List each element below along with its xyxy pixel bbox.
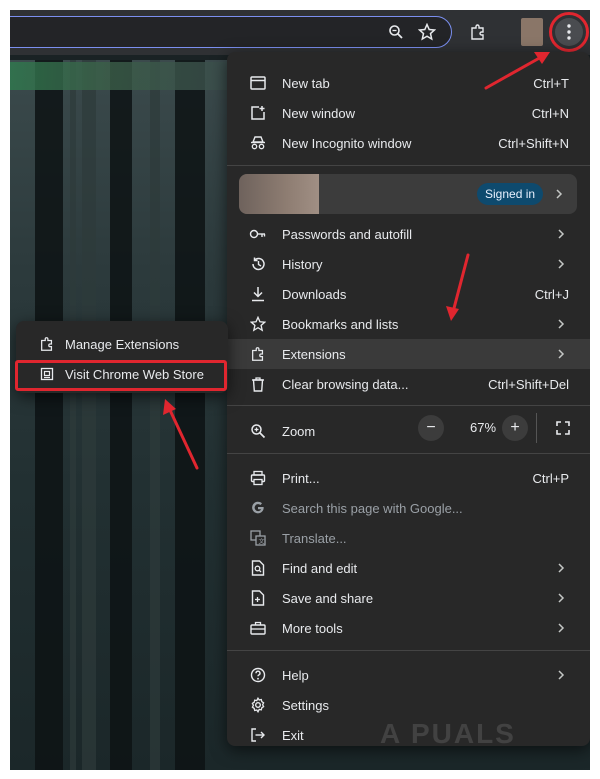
menu-item-label: Help (282, 667, 309, 683)
menu-item-clear-browsing-data[interactable]: Clear browsing data... Ctrl+Shift+Del (227, 369, 590, 399)
exit-icon (249, 726, 267, 744)
chevron-right-icon (558, 319, 565, 329)
menu-item-label: Passwords and autofill (282, 226, 413, 242)
menu-item-label: Settings (282, 697, 329, 713)
menu-item-settings[interactable]: Settings (227, 690, 590, 720)
profile-image (239, 174, 319, 214)
zoom-magnifier-icon[interactable] (383, 19, 409, 45)
menu-item-translate[interactable]: 文 Translate... (227, 523, 590, 553)
menu-divider (227, 453, 590, 454)
chevron-right-icon (556, 189, 563, 199)
shortcut-text: Ctrl+Shift+N (498, 135, 569, 151)
help-icon (249, 666, 267, 684)
menu-item-label: History (282, 256, 323, 272)
extensions-puzzle-icon (249, 345, 267, 363)
menu-item-label: New Incognito window (282, 135, 412, 151)
translate-icon: 文 (249, 529, 267, 547)
menu-item-new-window[interactable]: New window Ctrl+N (227, 98, 590, 128)
shortcut-text: Ctrl+J (534, 286, 569, 302)
menu-item-label: Find and edit (282, 560, 358, 576)
signed-in-badge: Signed in (477, 183, 544, 205)
chevron-right-icon (558, 593, 565, 603)
new-tab-icon (249, 74, 267, 92)
menu-item-help[interactable]: Help (227, 660, 590, 690)
menu-item-label: Save and share (282, 590, 374, 606)
menu-item-passwords[interactable]: Passwords and autofill (227, 219, 590, 249)
chevron-right-icon (558, 670, 565, 680)
menu-item-label: Search this page with Google... (282, 500, 463, 516)
menu-highlight-circle (549, 12, 589, 52)
shortcut-text: Ctrl+N (531, 105, 569, 121)
shortcut-text: Ctrl+Shift+Del (488, 376, 569, 392)
browser-window: New tab Ctrl+T New window Ctrl+N New Inc… (10, 10, 590, 770)
extensions-puzzle-icon[interactable] (465, 19, 491, 45)
save-share-icon (249, 589, 267, 607)
submenu-item-manage-extensions[interactable]: Manage Extensions (16, 329, 228, 359)
download-icon (249, 285, 267, 303)
menu-item-label: Extensions (282, 346, 346, 362)
zoom-level: 67% (469, 420, 497, 435)
zoom-in-button[interactable]: + (502, 415, 528, 441)
menu-divider (227, 405, 590, 406)
menu-item-print[interactable]: Print... Ctrl+P (227, 463, 590, 493)
google-g-icon (249, 499, 267, 517)
star-icon (249, 315, 267, 333)
menu-item-new-tab[interactable]: New tab Ctrl+T (227, 68, 590, 98)
page-banner-strip (10, 62, 250, 90)
trash-icon (249, 375, 267, 393)
incognito-icon (249, 134, 267, 152)
menu-item-bookmarks[interactable]: Bookmarks and lists (227, 309, 590, 339)
zoom-out-button[interactable]: − (418, 415, 444, 441)
menu-item-more-tools[interactable]: More tools (227, 613, 590, 643)
bookmark-star-icon[interactable] (414, 19, 440, 45)
submenu-item-label: Manage Extensions (65, 336, 180, 352)
svg-text:文: 文 (259, 538, 265, 546)
menu-item-find-edit[interactable]: Find and edit (227, 553, 590, 583)
fullscreen-icon (556, 421, 570, 435)
menu-item-downloads[interactable]: Downloads Ctrl+J (227, 279, 590, 309)
shortcut-text: Ctrl+T (533, 75, 569, 91)
profile-row[interactable]: Signed in (239, 174, 577, 214)
chrome-main-menu: New tab Ctrl+T New window Ctrl+N New Inc… (227, 52, 590, 746)
menu-item-label: New tab (282, 75, 330, 91)
menu-item-label: New window (282, 105, 355, 121)
menu-item-label: Exit (282, 727, 304, 743)
menu-item-label: Clear browsing data... (282, 376, 409, 392)
history-icon (249, 255, 267, 273)
new-window-icon (249, 104, 267, 122)
web-store-highlight-box (15, 360, 227, 391)
menu-item-label: Zoom (282, 423, 316, 439)
chevron-right-icon (558, 229, 565, 239)
chevron-right-icon (558, 563, 565, 573)
menu-item-label: Translate... (282, 530, 347, 546)
watermark-logo: A PUALS (380, 718, 516, 749)
zoom-icon (249, 422, 267, 440)
gear-icon (249, 696, 267, 714)
menu-item-label: Bookmarks and lists (282, 316, 399, 332)
chevron-right-icon (558, 349, 565, 359)
shortcut-text: Ctrl+P (532, 470, 569, 486)
menu-divider (227, 650, 590, 651)
chevron-right-icon (558, 259, 565, 269)
menu-divider (227, 165, 590, 166)
menu-item-search-google[interactable]: Search this page with Google... (227, 493, 590, 523)
menu-item-extensions[interactable]: Extensions (227, 339, 590, 369)
extensions-puzzle-icon (38, 335, 56, 353)
profile-avatar[interactable] (521, 18, 543, 46)
menu-item-new-incognito[interactable]: New Incognito window Ctrl+Shift+N (227, 128, 590, 158)
find-page-icon (249, 559, 267, 577)
menu-item-label: More tools (282, 620, 343, 636)
printer-icon (249, 469, 267, 487)
browser-toolbar (10, 10, 590, 55)
toolbox-icon (249, 619, 267, 637)
menu-item-save-share[interactable]: Save and share (227, 583, 590, 613)
key-icon (249, 225, 267, 243)
zoom-divider (536, 413, 537, 443)
menu-item-label: Downloads (282, 286, 347, 302)
menu-item-label: Print... (282, 470, 320, 486)
menu-item-history[interactable]: History (227, 249, 590, 279)
fullscreen-button[interactable] (550, 415, 576, 441)
chevron-right-icon (558, 623, 565, 633)
